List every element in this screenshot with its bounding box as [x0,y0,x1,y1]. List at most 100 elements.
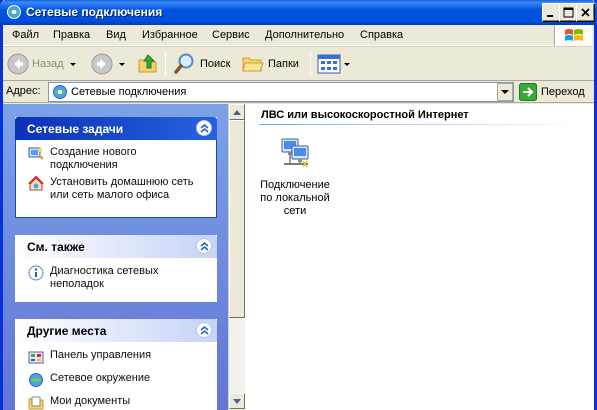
search-icon [174,53,194,74]
views-icon [317,54,341,74]
go-label: Переход [541,86,585,98]
folder-up-icon [138,54,157,73]
other-places-header[interactable]: Другие места [15,319,217,342]
my-documents-icon [28,396,44,410]
go-button[interactable]: Переход [519,83,585,101]
double-chevron-up-icon [200,242,209,251]
double-chevron-up-icon [200,326,209,335]
network-tasks-panel: Сетевые задачи Создание нового подключени… [15,117,217,218]
folders-icon [242,57,264,72]
task-home-network-line2: или сеть малого офиса [50,189,170,201]
network-connections-icon [53,85,67,99]
menu-file[interactable]: Файл [12,29,39,41]
toolbar-separator [310,52,311,76]
address-label: Адрес: [6,85,41,97]
collapse-button[interactable] [196,238,212,254]
windows-logo [554,25,592,46]
group-header: ЛВС или высокоскоростной Интернет [261,109,469,121]
menu-favorites[interactable]: Избранное [142,29,198,41]
task-pane-scrollbar[interactable] [228,104,245,410]
connection-label-line2: по локальной [260,192,330,204]
back-dropdown-icon[interactable] [69,62,76,66]
close-icon [581,8,590,17]
scroll-down-button[interactable] [229,393,245,409]
other-places-title: Другие места [27,324,107,338]
minimize-icon [547,15,553,17]
local-area-connection[interactable]: Подключение по локальной сети [255,136,335,218]
back-label: Назад [32,58,64,70]
collapse-button[interactable] [196,322,212,338]
other-places-panel: Другие места Панель управления Сетевое о… [15,319,217,410]
up-button[interactable] [136,50,160,78]
new-connection-icon [28,147,44,160]
task-network-diagnostics-line1: Диагностика сетевых [50,265,159,277]
search-button[interactable]: Поиск [173,50,230,78]
scroll-thumb[interactable] [229,120,245,318]
collapse-button[interactable] [196,120,212,136]
forward-button[interactable] [91,50,125,78]
forward-arrow-icon [91,53,113,75]
menu-help[interactable]: Справка [360,29,403,41]
connection-label-line1: Подключение [260,179,330,191]
place-network-neighborhood[interactable]: Сетевое окружение [28,372,208,388]
go-arrow-icon [519,83,537,101]
back-button[interactable]: Назад [7,50,76,78]
network-connections-icon [7,5,21,19]
task-network-diagnostics[interactable]: Диагностика сетевых неполадок [28,265,208,291]
task-new-connection-line1: Создание нового [50,146,137,158]
address-value: Сетевые подключения [71,86,187,98]
address-dropdown-button[interactable] [497,83,513,101]
info-icon [28,265,44,281]
scroll-up-button[interactable] [229,104,245,120]
explorer-window: Сетевые подключения Файл Правка Вид Избр… [0,0,597,410]
back-arrow-icon [7,53,29,75]
search-label: Поиск [200,58,231,70]
double-chevron-up-icon [200,124,209,133]
menu-advanced[interactable]: Дополнительно [265,29,344,41]
task-home-network[interactable]: Установить домашнюю сеть или сеть малого … [28,176,208,202]
task-home-network-line1: Установить домашнюю сеть [50,176,194,188]
place-my-documents[interactable]: Мои документы [28,395,208,410]
chevron-down-icon [501,90,509,94]
place-my-documents-label: Мои документы [50,395,131,407]
see-also-title: См. также [27,240,85,254]
network-tasks-body: Создание нового подключения Установить до… [15,140,217,218]
address-bar: Адрес: Сетевые подключения Переход [3,81,594,103]
views-button[interactable] [317,50,350,78]
place-network-neighborhood-label: Сетевое окружение [50,372,151,384]
menu-tools[interactable]: Сервис [212,29,250,41]
network-tasks-title: Сетевые задачи [27,122,124,136]
see-also-panel: См. также Диагностика сетевых неполадок [15,235,217,302]
address-input[interactable]: Сетевые подключения [48,82,514,102]
place-control-panel[interactable]: Панель управления [28,349,208,365]
arrow-up-icon [233,109,241,115]
group-divider [259,124,581,125]
menu-bar: Файл Правка Вид Избранное Сервис Дополни… [3,25,594,46]
network-tasks-header[interactable]: Сетевые задачи [15,117,217,140]
control-panel-icon [28,351,44,364]
task-network-diagnostics-line2: неполадок [50,278,104,290]
task-pane: Сетевые задачи Создание нового подключени… [3,104,228,410]
place-control-panel-label: Панель управления [50,349,152,361]
connection-label-line3: сети [283,205,307,217]
window-title: Сетевые подключения [26,5,163,19]
see-also-body: Диагностика сетевых неполадок [15,258,217,302]
menu-view[interactable]: Вид [106,29,126,41]
maximize-icon [563,7,574,18]
menu-edit[interactable]: Правка [53,29,90,41]
toolbar-separator [165,52,166,76]
folders-button[interactable]: Папки [241,50,299,78]
task-new-connection[interactable]: Создание нового подключения [28,146,208,172]
forward-dropdown-icon[interactable] [119,62,125,66]
other-places-body: Панель управления Сетевое окружение Мои … [15,342,217,410]
network-places-icon [29,373,43,387]
views-dropdown-icon[interactable] [344,62,350,66]
lan-connection-icon [281,138,309,168]
standard-toolbar: Назад Поиск Папки [3,46,594,81]
see-also-header[interactable]: См. также [15,235,217,258]
title-bar[interactable]: Сетевые подключения [0,0,597,25]
home-network-icon [28,176,44,191]
task-new-connection-line2: подключения [50,159,118,171]
close-button[interactable] [576,3,595,22]
folders-label: Папки [268,58,299,70]
